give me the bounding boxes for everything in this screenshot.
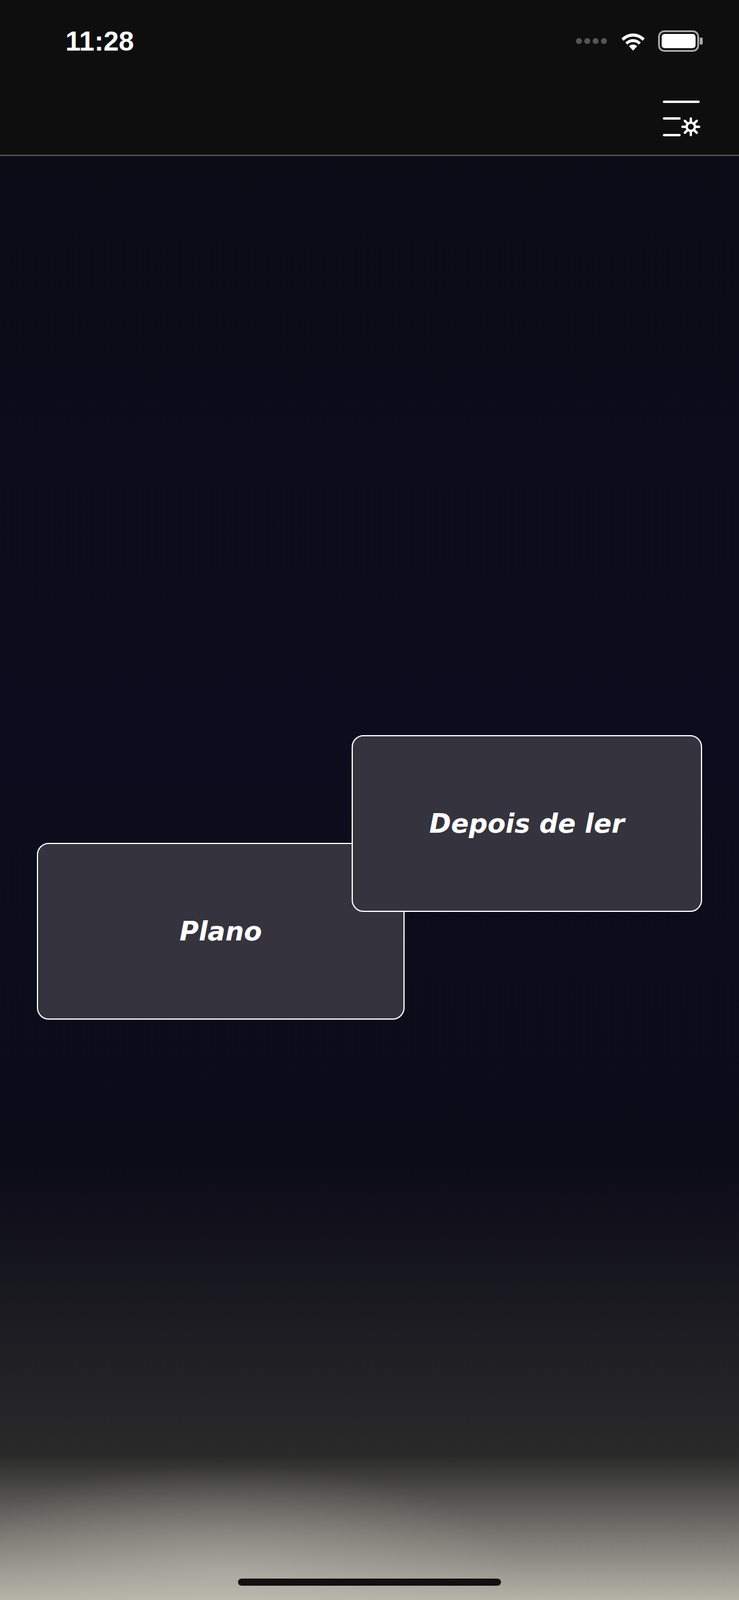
list-settings-icon: [661, 99, 701, 138]
nav-bar: [0, 81, 739, 156]
status-bar: 11:28: [0, 0, 739, 82]
background-photo: Depois de lerPlano: [0, 155, 739, 1600]
wifi-icon: [618, 30, 648, 52]
status-time: 11:28: [65, 24, 134, 58]
screen: 11:28 Depois de lerPlano: [0, 0, 739, 1600]
signal-icon: [574, 35, 609, 48]
status-icons: [574, 30, 704, 52]
depois-de-ler-button[interactable]: Depois de ler: [351, 734, 703, 912]
battery-icon: [658, 30, 704, 52]
settings-button[interactable]: [660, 97, 703, 140]
plano-button[interactable]: Plano: [36, 842, 405, 1020]
home-indicator: [238, 1577, 501, 1586]
